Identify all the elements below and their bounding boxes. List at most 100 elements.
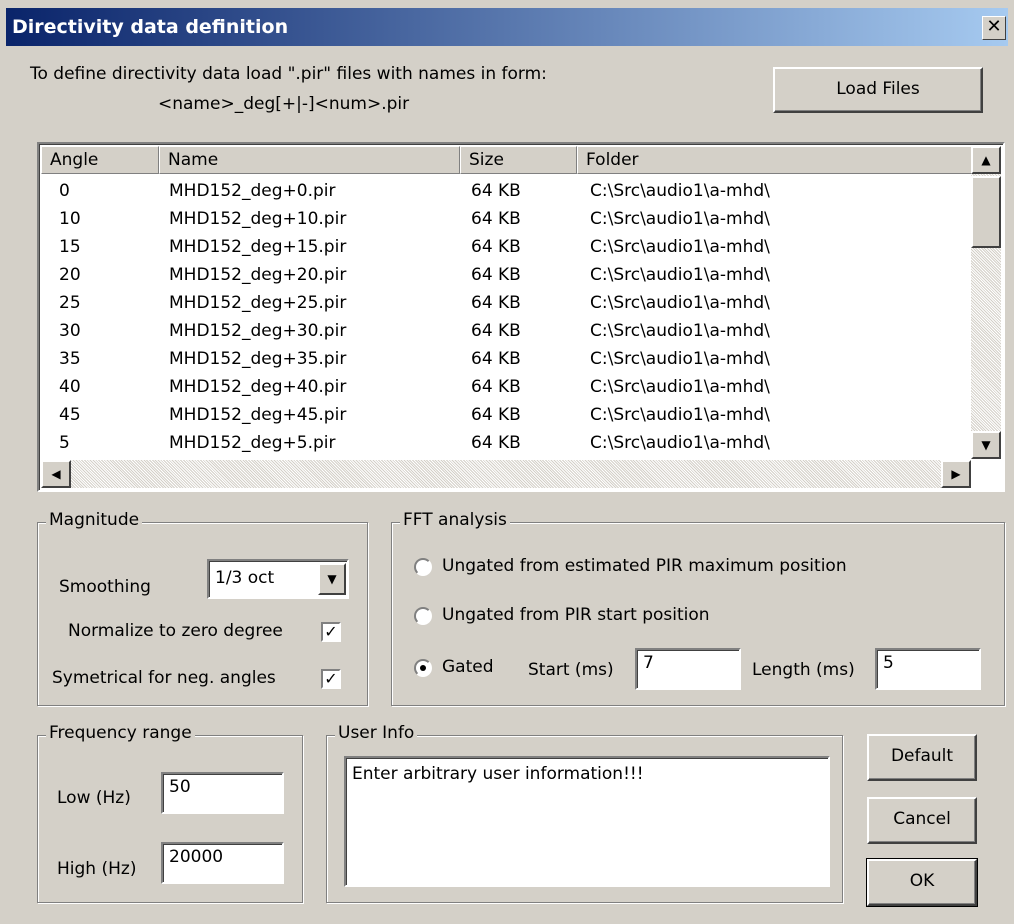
high-hz-label: High (Hz): [57, 859, 137, 879]
length-ms-label: Length (ms): [752, 660, 855, 680]
fft-option-ungated-max-radio[interactable]: [414, 558, 432, 576]
fft-option-gated-label: Gated: [442, 657, 494, 677]
table-row[interactable]: 25 MHD152_deg+25.pir 64 KB C:\Src\audio1\a-…: [41, 290, 969, 317]
fft-option-gated-radio[interactable]: [414, 659, 432, 677]
column-header-angle[interactable]: Angle: [41, 146, 159, 174]
load-files-button[interactable]: Load Files: [773, 67, 983, 113]
cell-angle: 40: [59, 377, 81, 397]
smoothing-dropdown-button[interactable]: ▼: [318, 563, 346, 595]
cell-name: MHD152_deg+30.pir: [169, 321, 347, 341]
length-ms-input[interactable]: 5: [875, 648, 981, 690]
cell-angle: 35: [59, 349, 81, 369]
cell-folder: C:\Src\audio1\a-mhd\: [590, 265, 770, 285]
low-hz-label: Low (Hz): [57, 788, 131, 808]
cell-name: MHD152_deg+15.pir: [169, 237, 347, 257]
table-row[interactable]: 45 MHD152_deg+45.pir 64 KB C:\Src\audio1\a-…: [41, 402, 969, 429]
fft-option-ungated-max-label: Ungated from estimated PIR maximum posit…: [442, 556, 847, 576]
magnitude-group: Magnitude Smoothing 1/3 oct ▼ Normalize …: [37, 510, 368, 706]
cell-size: 64 KB: [471, 237, 521, 257]
fft-analysis-group: FFT analysis Ungated from estimated PIR …: [391, 510, 1005, 706]
cell-size: 64 KB: [471, 377, 521, 397]
user-info-group: User Info Enter arbitrary user informati…: [326, 723, 843, 903]
table-row[interactable]: 15 MHD152_deg+15.pir 64 KB C:\Src\audio1\a-…: [41, 234, 969, 261]
column-header-folder[interactable]: Folder: [577, 146, 973, 174]
horizontal-scrollbar[interactable]: ◀ ▶: [41, 460, 971, 488]
column-header-name[interactable]: Name: [159, 146, 460, 174]
magnitude-group-label: Magnitude: [46, 510, 143, 530]
scroll-thumb[interactable]: [971, 176, 1001, 248]
cell-folder: C:\Src\audio1\a-mhd\: [590, 237, 770, 257]
scroll-right-button[interactable]: ▶: [941, 460, 971, 488]
cancel-button[interactable]: Cancel: [867, 797, 977, 844]
table-row[interactable]: 5 MHD152_deg+5.pir 64 KB C:\Src\audio1\a-mh…: [41, 430, 969, 457]
start-ms-value: 7: [643, 653, 654, 673]
table-row[interactable]: 10 MHD152_deg+10.pir 64 KB C:\Src\audio1\a-…: [41, 206, 969, 233]
cell-name: MHD152_deg+35.pir: [169, 349, 347, 369]
arrow-down-icon: ▼: [981, 438, 991, 452]
arrow-left-icon: ◀: [51, 467, 61, 481]
ok-button[interactable]: OK: [866, 858, 978, 907]
arrow-right-icon: ▶: [951, 467, 961, 481]
cell-name: MHD152_deg+10.pir: [169, 209, 347, 229]
start-ms-label: Start (ms): [528, 660, 614, 680]
smoothing-label: Smoothing: [59, 577, 151, 597]
low-hz-input[interactable]: 50: [161, 772, 284, 814]
fft-option-ungated-start-label: Ungated from PIR start position: [442, 605, 710, 625]
user-info-value: Enter arbitrary user information!!!: [352, 764, 644, 784]
dialog-window: Directivity data definition ✕ To define …: [0, 0, 1014, 924]
instruction-line-1: To define directivity data load ".pir" f…: [30, 64, 547, 84]
cell-name: MHD152_deg+25.pir: [169, 293, 347, 313]
fft-group-label: FFT analysis: [400, 510, 510, 530]
user-info-textarea[interactable]: Enter arbitrary user information!!!: [344, 756, 830, 887]
instruction-line-2: <name>_deg[+|-]<num>.pir: [158, 94, 410, 114]
cell-folder: C:\Src\audio1\a-mhd\: [590, 209, 770, 229]
cell-size: 64 KB: [471, 321, 521, 341]
cell-size: 64 KB: [471, 265, 521, 285]
cell-angle: 25: [59, 293, 81, 313]
default-button[interactable]: Default: [867, 734, 977, 781]
cell-size: 64 KB: [471, 209, 521, 229]
scroll-down-button[interactable]: ▼: [971, 431, 1001, 459]
cell-angle: 30: [59, 321, 81, 341]
cell-angle: 45: [59, 405, 81, 425]
check-icon: ✓: [324, 622, 338, 641]
table-row[interactable]: 35 MHD152_deg+35.pir 64 KB C:\Src\audio1\a-…: [41, 346, 969, 373]
cell-name: MHD152_deg+20.pir: [169, 265, 347, 285]
table-row[interactable]: 20 MHD152_deg+20.pir 64 KB C:\Src\audio1\a-…: [41, 262, 969, 289]
cell-folder: C:\Src\audio1\a-mhd\: [590, 405, 770, 425]
cell-angle: 20: [59, 265, 81, 285]
table-row[interactable]: 40 MHD152_deg+40.pir 64 KB C:\Src\audio1\a-…: [41, 374, 969, 401]
normalize-checkbox[interactable]: ✓: [321, 622, 341, 642]
chevron-down-icon: ▼: [327, 572, 337, 586]
smoothing-select[interactable]: 1/3 oct ▼: [207, 559, 349, 599]
cell-angle: 15: [59, 237, 81, 257]
user-info-group-label: User Info: [335, 723, 418, 743]
cell-name: MHD152_deg+40.pir: [169, 377, 347, 397]
scroll-left-button[interactable]: ◀: [41, 460, 71, 488]
fft-option-ungated-start-radio[interactable]: [414, 607, 432, 625]
cell-folder: C:\Src\audio1\a-mhd\: [590, 433, 770, 453]
high-hz-input[interactable]: 20000: [161, 842, 284, 884]
scroll-up-button[interactable]: ▲: [971, 146, 1001, 174]
close-icon: ✕: [986, 16, 1002, 37]
frequency-range-group: Frequency range Low (Hz) 50 High (Hz) 20…: [37, 723, 303, 903]
low-hz-value: 50: [169, 777, 191, 797]
table-row[interactable]: 0 MHD152_deg+0.pir 64 KB C:\Src\audio1\a-mh…: [41, 178, 969, 205]
files-list[interactable]: Angle Name Size Folder 0 MHD152_deg+0.pir…: [37, 142, 1005, 492]
cell-folder: C:\Src\audio1\a-mhd\: [590, 293, 770, 313]
cell-size: 64 KB: [471, 433, 521, 453]
start-ms-input[interactable]: 7: [635, 648, 741, 690]
column-header-size[interactable]: Size: [460, 146, 577, 174]
close-button[interactable]: ✕: [982, 16, 1006, 40]
vertical-scrollbar[interactable]: ▲ ▼: [971, 146, 1001, 459]
cell-angle: 0: [59, 181, 70, 201]
check-icon: ✓: [324, 669, 338, 688]
cell-angle: 10: [59, 209, 81, 229]
cell-size: 64 KB: [471, 181, 521, 201]
symmetrical-label: Symetrical for neg. angles: [52, 668, 276, 688]
cell-folder: C:\Src\audio1\a-mhd\: [590, 349, 770, 369]
symmetrical-checkbox[interactable]: ✓: [321, 669, 341, 689]
cell-folder: C:\Src\audio1\a-mhd\: [590, 321, 770, 341]
table-row[interactable]: 30 MHD152_deg+30.pir 64 KB C:\Src\audio1\a-…: [41, 318, 969, 345]
title-bar[interactable]: Directivity data definition ✕: [6, 8, 1008, 46]
